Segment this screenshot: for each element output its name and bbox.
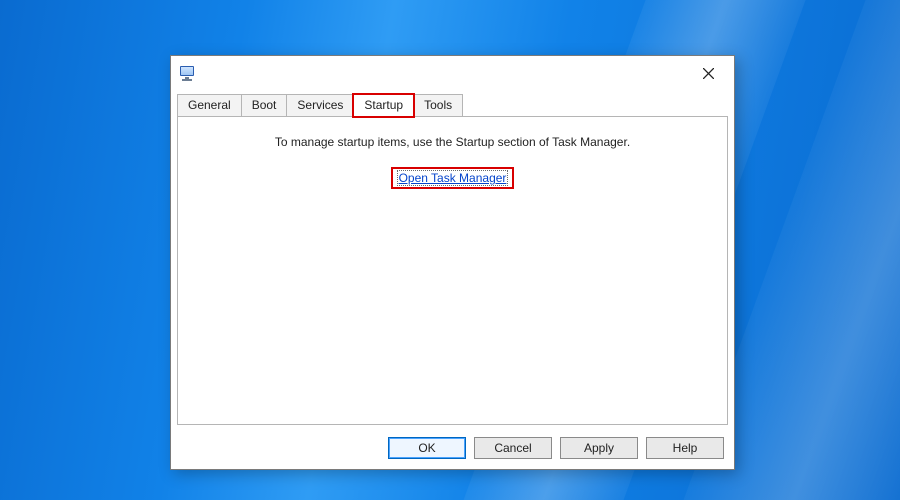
open-task-manager-highlight: Open Task Manager (391, 167, 515, 189)
tab-general[interactable]: General (177, 94, 242, 117)
tab-tools[interactable]: Tools (413, 94, 463, 117)
close-button[interactable] (686, 58, 730, 88)
startup-panel: To manage startup items, use the Startup… (177, 117, 728, 425)
title-left (179, 65, 197, 81)
msconfig-window: General Boot Services Startup Tools To m… (170, 55, 735, 470)
help-button[interactable]: Help (646, 437, 724, 459)
apply-button[interactable]: Apply (560, 437, 638, 459)
titlebar[interactable] (171, 56, 734, 90)
ok-button[interactable]: OK (388, 437, 466, 459)
msconfig-icon (179, 65, 197, 81)
close-icon (703, 68, 714, 79)
tab-services[interactable]: Services (286, 94, 354, 117)
cancel-button[interactable]: Cancel (474, 437, 552, 459)
tab-boot[interactable]: Boot (241, 94, 288, 117)
startup-info-text: To manage startup items, use the Startup… (178, 135, 727, 149)
tabstrip: General Boot Services Startup Tools (171, 90, 734, 117)
tab-startup[interactable]: Startup (353, 94, 414, 117)
open-task-manager-link[interactable]: Open Task Manager (397, 170, 509, 186)
dialog-button-row: OK Cancel Apply Help (171, 431, 734, 469)
